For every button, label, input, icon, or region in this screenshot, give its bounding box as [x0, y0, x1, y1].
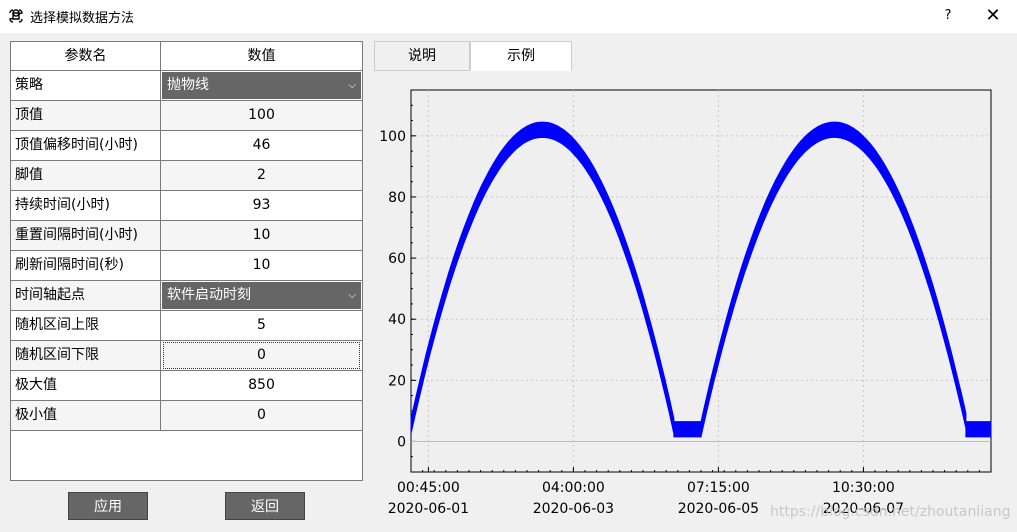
- help-button[interactable]: ?: [934, 4, 962, 28]
- y-tick-label: 40: [388, 312, 406, 328]
- table-row: 极大值 850: [11, 371, 362, 401]
- plot-area: [410, 89, 992, 473]
- param-value-cell[interactable]: 2: [161, 161, 362, 190]
- x-tick-label-date: 2020-06-01: [388, 501, 469, 517]
- apply-button[interactable]: 应用: [68, 492, 148, 520]
- strategy-value: 抛物线: [167, 77, 209, 93]
- table-row: 极小值 0: [11, 401, 362, 431]
- example-chart: 0 20 40 60 80 100 00:45:00 2020-06-01 04:00:00 20…: [374, 70, 1000, 530]
- param-value-cell[interactable]: 10: [161, 251, 362, 280]
- table-row: 顶值 100: [11, 101, 362, 131]
- param-value-cell[interactable]: 0: [161, 401, 362, 430]
- param-value-cell[interactable]: 10: [161, 221, 362, 250]
- param-name: 极小值: [11, 401, 161, 430]
- column-header-value[interactable]: 数值: [161, 42, 362, 71]
- back-button[interactable]: 返回: [225, 492, 305, 520]
- table-row: 策略 抛物线 ⌵: [11, 71, 362, 101]
- param-name: 随机区间下限: [11, 341, 161, 370]
- table-row: 随机区间下限 0: [11, 341, 362, 371]
- title-bar: 选择模拟数据方法 ? ✕: [0, 0, 1017, 33]
- table-row: 脚值 2: [11, 161, 362, 191]
- series-band: [965, 421, 992, 438]
- param-name: 顶值: [11, 101, 161, 130]
- x-tick-label-time: 04:00:00: [542, 480, 605, 496]
- param-value-cell-focused[interactable]: 0: [163, 342, 360, 369]
- y-tick-label: 20: [388, 373, 406, 389]
- chevron-down-icon: ⌵: [348, 290, 356, 301]
- y-tick-label: 0: [397, 434, 406, 450]
- param-value-cell[interactable]: 46: [161, 131, 362, 160]
- table-row: 随机区间上限 5: [11, 311, 362, 341]
- param-value-cell[interactable]: 5: [161, 311, 362, 340]
- param-name: 时间轴起点: [11, 281, 161, 310]
- param-name: 随机区间上限: [11, 311, 161, 340]
- command-icon: [9, 9, 23, 23]
- param-value-cell[interactable]: 100: [161, 101, 362, 130]
- parameter-table: 参数名 数值 策略 抛物线 ⌵ 顶值 100 顶值偏移时间(小时) 46 脚值 …: [10, 41, 363, 481]
- param-name: 顶值偏移时间(小时): [11, 131, 161, 160]
- param-name: 极大值: [11, 371, 161, 400]
- chevron-down-icon: ⌵: [348, 80, 356, 91]
- param-name: 刷新间隔时间(秒): [11, 251, 161, 280]
- tab-example[interactable]: 示例: [470, 41, 572, 71]
- tab-description[interactable]: 说明: [374, 41, 470, 71]
- y-tick-label: 80: [388, 190, 406, 206]
- param-value-cell[interactable]: 93: [161, 191, 362, 220]
- time-origin-combobox[interactable]: 软件启动时刻 ⌵: [162, 282, 361, 309]
- series-band: [673, 421, 702, 438]
- chart-svg: 0 20 40 60 80 100 00:45:00 2020-06-01 04:00:00 20…: [379, 89, 992, 517]
- x-tick-label-date: 2020-06-05: [678, 501, 759, 517]
- param-name: 策略: [11, 71, 161, 100]
- time-origin-value: 软件启动时刻: [167, 287, 251, 303]
- x-tick-label-time: 10:30:00: [832, 480, 895, 496]
- window-title: 选择模拟数据方法: [30, 11, 135, 26]
- param-name: 脚值: [11, 161, 161, 190]
- close-button[interactable]: ✕: [978, 4, 1008, 28]
- param-name: 持续时间(小时): [11, 191, 161, 220]
- strategy-combobox[interactable]: 抛物线 ⌵: [162, 72, 361, 99]
- param-value-cell[interactable]: 850: [161, 371, 362, 400]
- x-tick-label-date: 2020-06-03: [533, 501, 614, 517]
- x-tick-label-time: 07:15:00: [687, 480, 750, 496]
- table-row: 刷新间隔时间(秒) 10: [11, 251, 362, 281]
- table-row: 重置间隔时间(小时) 10: [11, 221, 362, 251]
- table-header: 参数名 数值: [11, 42, 362, 71]
- param-name: 重置间隔时间(小时): [11, 221, 161, 250]
- y-tick-label: 100: [379, 129, 406, 145]
- y-tick-label: 60: [388, 251, 406, 267]
- table-row: 时间轴起点 软件启动时刻 ⌵: [11, 281, 362, 311]
- column-header-name[interactable]: 参数名: [11, 42, 161, 71]
- table-row: 持续时间(小时) 93: [11, 191, 362, 221]
- watermark: https://blog.csdn.net/zhoutanliang: [770, 504, 1011, 520]
- x-tick-label-time: 00:45:00: [397, 480, 460, 496]
- table-row: 顶值偏移时间(小时) 46: [11, 131, 362, 161]
